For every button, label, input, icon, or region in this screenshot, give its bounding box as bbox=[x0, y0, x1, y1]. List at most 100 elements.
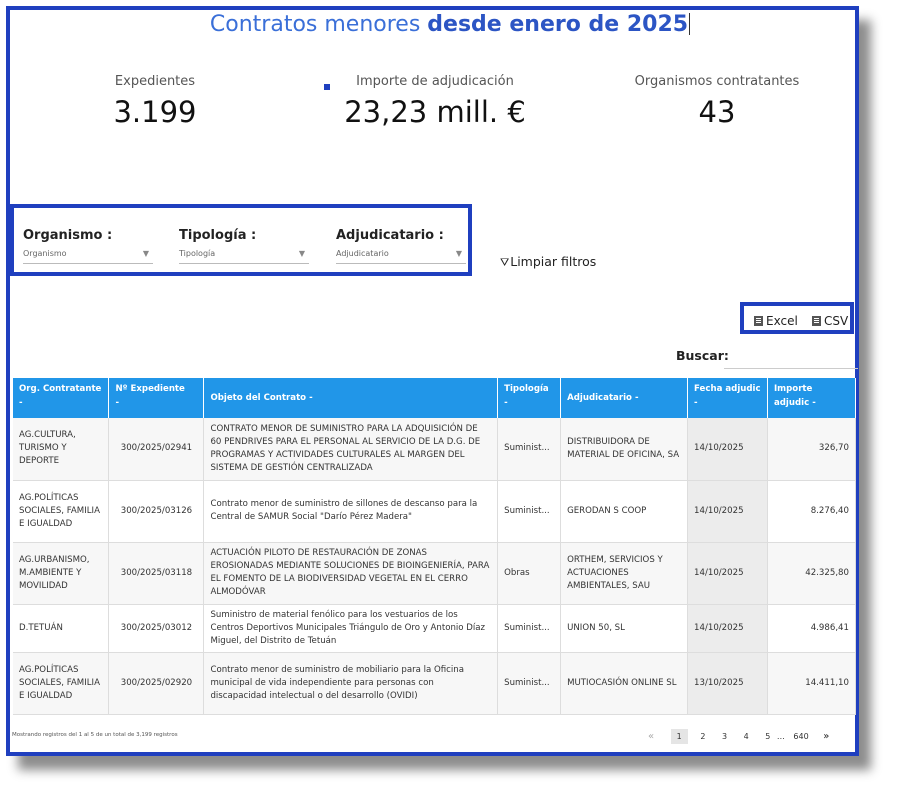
csv-button[interactable]: CSV bbox=[812, 314, 848, 328]
filter-adjudicatario: Adjudicatario : Adjudicatario ▼ bbox=[336, 228, 466, 264]
cell-org: AG.CULTURA, TURISMO Y DEPORTE bbox=[13, 418, 110, 481]
tipologia-select[interactable]: Tipología ▼ bbox=[179, 249, 309, 264]
table-info: Mostrando registros del 1 al 5 de un tot… bbox=[12, 732, 178, 738]
csv-label: CSV bbox=[824, 314, 849, 328]
cell-objeto: Contrato menor de suministro de sillones… bbox=[203, 480, 499, 543]
column-header[interactable]: Importe adjudic - bbox=[767, 378, 857, 418]
select-placeholder: Organismo bbox=[23, 249, 67, 258]
column-header[interactable]: Adjudicatario - bbox=[560, 378, 689, 418]
page-button-last[interactable]: 640 bbox=[793, 732, 808, 741]
cell-tipologia: Suminist... bbox=[497, 418, 562, 481]
table-row[interactable]: AG.URBANISMO, M.AMBIENTE Y MOVILIDAD 300… bbox=[13, 542, 857, 605]
cell-org: AG.URBANISMO, M.AMBIENTE Y MOVILIDAD bbox=[13, 542, 110, 605]
search-input[interactable] bbox=[724, 350, 858, 369]
contracts-table: Org. Contratante - Nº Expediente - Objeto… bbox=[13, 378, 857, 715]
prev-page-button[interactable]: « bbox=[648, 731, 654, 742]
organismo-select[interactable]: Organismo ▼ bbox=[23, 249, 153, 264]
kpi-label: Organismos contratantes bbox=[634, 74, 800, 89]
sort-icon: - bbox=[812, 398, 816, 408]
excel-button[interactable]: Excel bbox=[754, 314, 798, 328]
cell-adjudicatario: GERODAN S COOP bbox=[560, 480, 689, 543]
table-row[interactable]: AG.POLÍTICAS SOCIALES, FAMILIA E IGUALDA… bbox=[13, 652, 857, 715]
filter-label: Organismo : bbox=[23, 228, 113, 243]
cell-adjudicatario: ORTHEM, SERVICIOS Y ACTUACIONES AMBIENTA… bbox=[560, 542, 689, 605]
cell-importe: 4.986,41 bbox=[767, 604, 857, 653]
column-header[interactable]: Fecha adjudic - bbox=[687, 378, 768, 418]
cell-expediente: 300/2025/03126 bbox=[108, 480, 205, 543]
cell-expediente: 300/2025/03118 bbox=[108, 542, 205, 605]
select-placeholder: Tipología bbox=[179, 249, 216, 258]
header-label: Objeto del Contrato bbox=[210, 393, 307, 403]
text-caret bbox=[689, 13, 691, 35]
table-row[interactable]: AG.CULTURA, TURISMO Y DEPORTE 300/2025/0… bbox=[13, 418, 857, 481]
cell-fecha: 14/10/2025 bbox=[687, 480, 768, 543]
page-title: Contratos menores desde enero de 2025 bbox=[0, 12, 900, 37]
kpi-expedientes: Expedientes 3.199 bbox=[90, 74, 220, 129]
cell-importe: 14.411,10 bbox=[767, 652, 857, 715]
cell-expediente: 300/2025/02920 bbox=[108, 652, 205, 715]
table-row[interactable]: D.TETUÁN 300/2025/03012 Suministro de ma… bbox=[13, 604, 857, 653]
clear-filters-button[interactable]: ⛛Limpiar filtros bbox=[500, 254, 596, 270]
cell-expediente: 300/2025/03012 bbox=[108, 604, 205, 653]
header-label: Importe adjudic bbox=[773, 384, 813, 408]
filter-organismo: Organismo : Organismo ▼ bbox=[23, 228, 153, 264]
header-label: Fecha adjudic bbox=[694, 384, 761, 394]
cell-objeto: CONTRATO MENOR DE SUMINISTRO PARA LA ADQ… bbox=[203, 418, 499, 481]
page-button[interactable]: 4 bbox=[744, 732, 749, 741]
sort-icon: - bbox=[694, 398, 698, 408]
cell-org: AG.POLÍTICAS SOCIALES, FAMILIA E IGUALDA… bbox=[13, 480, 110, 543]
filter-tipologia: Tipología : Tipología ▼ bbox=[179, 228, 309, 264]
header-label: Tipología bbox=[504, 384, 549, 394]
cell-fecha: 14/10/2025 bbox=[687, 542, 768, 605]
cell-tipologia: Suminist... bbox=[497, 604, 562, 653]
cell-tipologia: Suminist... bbox=[497, 480, 562, 543]
cell-fecha: 14/10/2025 bbox=[687, 604, 768, 653]
header-label: Org. Contratante bbox=[19, 384, 102, 394]
cell-tipologia: Obras bbox=[497, 542, 562, 605]
cell-importe: 42.325,80 bbox=[767, 542, 857, 605]
column-header[interactable]: Nº Expediente - bbox=[108, 378, 205, 418]
page-button[interactable]: 2 bbox=[700, 732, 705, 741]
filter-icon: ⛛ bbox=[500, 256, 510, 269]
csv-icon bbox=[812, 316, 821, 326]
kpi-value: 43 bbox=[698, 95, 736, 129]
title-bold: desde enero de 2025 bbox=[427, 12, 689, 37]
kpi-value: 3.199 bbox=[113, 95, 197, 129]
chevron-down-icon: ▼ bbox=[298, 249, 305, 258]
cell-objeto: ACTUACIÓN PILOTO DE RESTAURACIÓN DE ZONA… bbox=[203, 542, 499, 605]
cell-objeto: Suministro de material fenólico para los… bbox=[203, 604, 499, 653]
cell-fecha: 14/10/2025 bbox=[687, 418, 768, 481]
pagination: « 1 2 3 4 5 … 640 » bbox=[648, 729, 829, 744]
filter-label: Tipología : bbox=[179, 228, 257, 243]
cell-expediente: 300/2025/02941 bbox=[108, 418, 205, 481]
page-button[interactable]: 5 bbox=[765, 732, 770, 741]
kpi-organismos: Organismos contratantes 43 bbox=[622, 74, 812, 129]
table-row[interactable]: AG.POLÍTICAS SOCIALES, FAMILIA E IGUALDA… bbox=[13, 480, 857, 543]
sort-icon: - bbox=[634, 393, 639, 403]
clear-filters-label: Limpiar filtros bbox=[510, 254, 597, 269]
chevron-down-icon: ▼ bbox=[142, 249, 149, 258]
table-header-row: Org. Contratante - Nº Expediente - Objeto… bbox=[13, 378, 857, 418]
header-label: Adjudicatario bbox=[567, 393, 632, 403]
filter-label: Adjudicatario : bbox=[336, 228, 444, 243]
pagination-ellipsis: … bbox=[776, 732, 785, 741]
cell-adjudicatario: DISTRIBUIDORA DE MATERIAL DE OFICINA, SA bbox=[560, 418, 689, 481]
filters-panel: Organismo : Organismo ▼ Tipología : Tipol… bbox=[10, 204, 472, 276]
select-placeholder: Adjudicatario bbox=[336, 249, 389, 258]
cell-importe: 8.276,40 bbox=[767, 480, 857, 543]
cell-org: D.TETUÁN bbox=[13, 604, 110, 653]
column-header[interactable]: Tipología - bbox=[497, 378, 562, 418]
page-button-current[interactable]: 1 bbox=[670, 729, 688, 744]
cell-fecha: 13/10/2025 bbox=[687, 652, 768, 715]
kpi-label: Importe de adjudicación bbox=[356, 74, 514, 89]
column-header[interactable]: Objeto del Contrato - bbox=[203, 378, 499, 418]
column-header[interactable]: Org. Contratante - bbox=[13, 378, 110, 418]
sort-icon: - bbox=[309, 393, 313, 403]
sort-icon: - bbox=[115, 398, 120, 408]
page-button[interactable]: 3 bbox=[722, 732, 727, 741]
search-label: Buscar: bbox=[676, 348, 729, 363]
cell-objeto: Contrato menor de suministro de mobiliar… bbox=[203, 652, 499, 715]
cell-adjudicatario: MUTIOCASIÓN ONLINE SL bbox=[560, 652, 689, 715]
adjudicatario-select[interactable]: Adjudicatario ▼ bbox=[336, 249, 466, 264]
next-page-button[interactable]: » bbox=[823, 731, 829, 742]
